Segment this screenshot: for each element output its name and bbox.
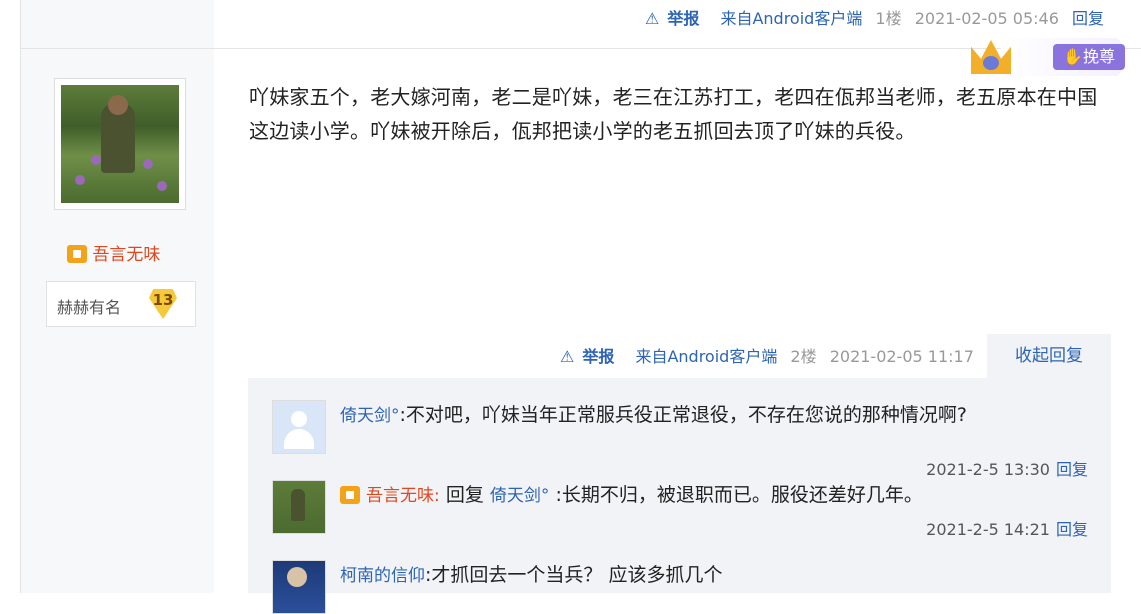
reply-time: 2021-2-5 14:21 [926,520,1050,539]
reply-content: 长期不归，被退职而已。服役还差好几年。 [561,484,923,506]
post-content: 吖妹家五个，老大嫁河南，老二是吖妹，老三在江苏打工，老四在佤邦当老师，老五原本在… [249,85,1098,143]
collapse-replies-button[interactable]: 收起回复 [987,334,1111,378]
user-avatar[interactable] [272,560,326,614]
avatar-photo [61,85,179,203]
reply-time: 2021-2-5 13:30 [926,460,1050,479]
author-name[interactable]: 吾言无味 [67,240,160,265]
user-avatar[interactable] [272,480,326,534]
crown-member-icon [67,245,87,263]
user-avatar[interactable] [272,400,326,454]
reply-content: 才抓回去一个当兵？ 应该多抓几个 [431,564,723,586]
level-number: 13 [152,291,174,309]
reply-user-link[interactable]: 吾言无味 [366,486,434,506]
report-link[interactable]: ⚠ 举报 [560,347,622,366]
floor2-meta: ⚠ 举报 来自Android客户端 2楼 2021-02-05 11:17 [560,343,982,367]
post-time: 2021-02-05 11:17 [829,347,974,366]
warning-triangle-icon: ⚠ [645,9,660,28]
thread-page: ⚠ 举报 来自Android客户端 1楼 2021-02-05 05:46 回复 … [20,0,1141,614]
reply-link[interactable]: 回复 [1056,520,1088,539]
vip-label: ✋挽尊 [1053,44,1125,70]
floor1-meta: ⚠ 举报 来自Android客户端 1楼 2021-02-05 05:46 回复 [645,5,1112,29]
client-source-link[interactable]: 来自Android客户端 [720,9,862,28]
warning-triangle-icon: ⚠ [560,347,575,366]
client-source-link[interactable]: 来自Android客户端 [635,347,777,366]
reply-link[interactable]: 回复 [1056,460,1088,479]
crown-member-icon [340,486,360,504]
reply-target-link[interactable]: 倚天剑° [490,486,550,506]
floor-number: 1楼 [875,9,902,28]
report-link[interactable]: ⚠ 举报 [645,9,707,28]
floor1-sidebar [21,0,214,48]
sub-replies-panel: 倚天剑°:不对吧，吖妹当年正常服兵役正常退役，不存在您说的那种情况啊? 2021… [248,378,1111,614]
floor-number: 2楼 [790,347,817,366]
reply-content: 不对吧，吖妹当年正常服兵役正常退役，不存在您说的那种情况啊? [405,404,967,426]
author-avatar[interactable] [54,78,186,210]
reply-user-link[interactable]: 倚天剑° [340,406,400,426]
hand-icon: ✋ [1063,47,1083,66]
level-badge-box[interactable]: 赫赫有名 13 [46,281,196,327]
reply-link[interactable]: 回复 [1072,9,1104,28]
reply-user-link[interactable]: 柯南的信仰 [340,566,425,586]
vip-badge[interactable]: ✋挽尊 [971,38,1126,76]
post-time: 2021-02-05 05:46 [914,9,1059,28]
level-name: 赫赫有名 [57,298,122,317]
